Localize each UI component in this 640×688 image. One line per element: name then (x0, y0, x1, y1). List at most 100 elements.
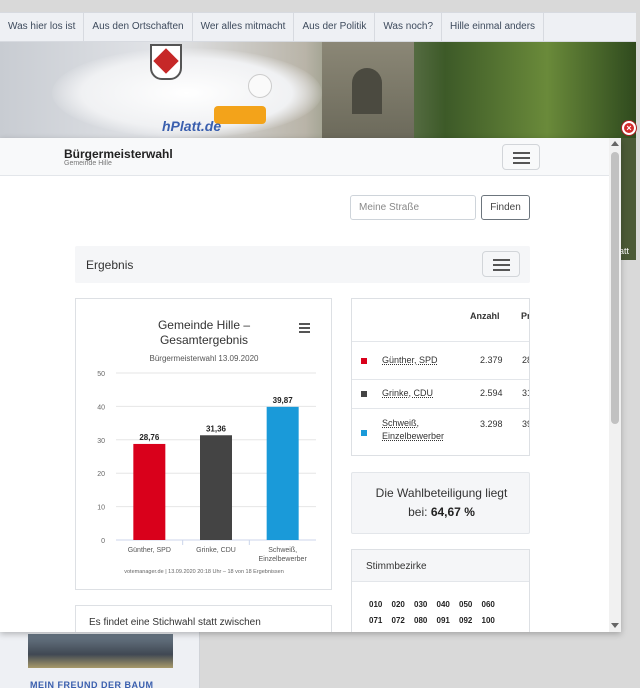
mascot-figure-icon (248, 74, 272, 98)
y-tick-label: 50 (97, 371, 105, 378)
district-code-link[interactable]: 072 (392, 616, 405, 625)
y-tick-label: 10 (97, 505, 105, 512)
site-wordmark: hPlatt.de (162, 118, 222, 134)
candidate-link[interactable]: Schweiß, Einzelbewerber (382, 417, 464, 443)
scrollbar-thumb[interactable] (611, 152, 619, 424)
coat-of-arms-icon (150, 44, 182, 80)
districts-card: Stimmbezirke 010 020 030 040 050 060 071 072 080… (351, 549, 530, 632)
page-subtitle: Gemeinde Hille (64, 160, 112, 167)
table-header-percent: Prozent (521, 311, 529, 321)
district-code-link[interactable]: 040 (437, 600, 450, 609)
bar-data-label: 31,36 (206, 424, 227, 433)
chart-credits[interactable]: votemanager.de | 13.09.2020 20:18 Uhr – … (124, 569, 284, 575)
y-tick-label: 20 (97, 471, 105, 478)
turnout-value: 64,67 % (430, 505, 475, 519)
district-code-link[interactable]: 050 (459, 600, 472, 609)
chart-bar (200, 435, 232, 540)
nav-item-hille-einmal-anders[interactable]: Hille einmal anders (442, 13, 545, 41)
bar-data-label: 28,76 (139, 433, 160, 442)
nav-item-was-hier-los-ist[interactable]: Was hier los ist (0, 13, 85, 41)
result-navbar: Ergebnis (75, 246, 530, 283)
y-tick-label: 30 (97, 438, 105, 445)
modal-scrollbar[interactable] (609, 138, 621, 632)
runoff-text: Es findet eine Stichwahl statt zwischen (89, 617, 261, 628)
chart-subtitle: Bürgermeisterwahl 13.09.2020 (150, 354, 260, 363)
hero-banner (0, 42, 636, 138)
menu-bar-icon (513, 162, 530, 164)
districts-title: Stimmbezirke (366, 561, 427, 572)
bar-data-label: 39,87 (273, 396, 294, 405)
site-top-navigation: Was hier los ist Aus den Ortschaften Wer… (0, 12, 636, 42)
chart-menu-bar (299, 327, 310, 329)
table-row: Günther, SPD 2.379 28.76 % (352, 341, 529, 379)
result-bar-chart: Gemeinde Hille – Gesamtergebnis Bürgerme… (97, 318, 316, 575)
menu-bar-icon (513, 152, 530, 154)
district-code-link[interactable]: 060 (482, 600, 495, 609)
district-code-link[interactable]: 071 (369, 616, 382, 625)
vote-percent: 39.87 % (522, 419, 529, 429)
nav-item-was-noch[interactable]: Was noch? (375, 13, 443, 41)
chart-menu-bar (299, 323, 310, 325)
election-modal: Bürgermeisterwahl Gemeinde Hille Finden … (0, 138, 621, 632)
x-tick-label: Grinke, CDU (196, 547, 236, 554)
district-code-link[interactable]: 010 (369, 600, 382, 609)
menu-bar-icon (513, 157, 530, 159)
turnout-text-line-1: Die Wahlbeteiligung liegt (375, 486, 508, 500)
table-header-count: Anzahl (470, 311, 500, 321)
result-table: Anzahl Prozent Günther, SPD 2.379 28.76 … (351, 298, 530, 456)
district-code-link[interactable]: 100 (482, 616, 495, 625)
vote-percent: 31.36 % (522, 388, 529, 398)
street-search-input[interactable] (350, 195, 476, 220)
x-tick-label: Einzelbewerber (259, 556, 308, 563)
district-code-link[interactable]: 030 (414, 600, 427, 609)
sidebar-heading[interactable]: MEIN FREUND DER BAUM (30, 680, 154, 688)
candidate-link[interactable]: Günther, SPD (382, 354, 472, 367)
series-color-swatch (361, 358, 367, 364)
result-menu-button[interactable] (482, 251, 520, 277)
table-row: Schweiß, Einzelbewerber 3.298 39.87 % (352, 408, 529, 455)
x-tick-label: Schweiß, (268, 547, 297, 554)
vote-percent: 28.76 % (522, 355, 529, 365)
header-menu-button[interactable] (502, 144, 540, 170)
district-code-link[interactable]: 092 (459, 616, 472, 625)
nav-item-aus-der-politik[interactable]: Aus der Politik (294, 13, 376, 41)
chart-menu-icon[interactable] (299, 323, 310, 333)
sidebar-photo (28, 634, 173, 668)
chart-bar (133, 443, 166, 540)
district-code-link[interactable]: 091 (437, 616, 450, 625)
scroll-up-icon[interactable] (611, 141, 619, 146)
menu-bar-icon (493, 269, 510, 271)
chart-menu-bar (299, 331, 310, 333)
vote-count: 2.594 (480, 388, 503, 398)
vote-count: 3.298 (480, 419, 503, 429)
chart-title-line-2: Gesamtergebnis (160, 333, 248, 347)
result-chart-card: Gemeinde Hille – Gesamtergebnis Bürgerme… (75, 298, 332, 590)
close-icon[interactable]: × (622, 121, 636, 135)
hero-church-tower (322, 42, 414, 138)
menu-bar-icon (493, 259, 510, 261)
chart-title-line-1: Gemeinde Hille – (158, 318, 250, 332)
chart-bar (266, 406, 299, 540)
find-button[interactable]: Finden (481, 195, 530, 220)
turnout-box: Die Wahlbeteiligung liegt bei: 64,67 % (351, 472, 530, 534)
page-title[interactable]: Bürgermeisterwahl (64, 147, 173, 161)
y-tick-label: 40 (97, 404, 105, 411)
candidate-link[interactable]: Grinke, CDU (382, 387, 472, 400)
nav-item-aus-den-ortschaften[interactable]: Aus den Ortschaften (84, 13, 193, 41)
series-color-swatch (361, 391, 367, 397)
modal-header: Bürgermeisterwahl Gemeinde Hille (0, 138, 609, 176)
district-code-link[interactable]: 080 (414, 616, 427, 625)
table-row: Grinke, CDU 2.594 31.36 % (352, 379, 529, 408)
runoff-card: Es findet eine Stichwahl statt zwischen (75, 605, 332, 632)
series-color-swatch (361, 430, 367, 436)
scroll-down-icon[interactable] (611, 623, 619, 628)
menu-bar-icon (493, 264, 510, 266)
result-title: Ergebnis (86, 258, 134, 272)
laptop-icon (214, 106, 266, 124)
nav-item-wer-alles-mitmacht[interactable]: Wer alles mitmacht (193, 13, 295, 41)
vote-count: 2.379 (480, 355, 503, 365)
district-code-link[interactable]: 020 (392, 600, 405, 609)
y-tick-label: 0 (101, 538, 105, 545)
x-tick-label: Günther, SPD (128, 547, 171, 554)
turnout-text-line-2: bei: 64,67 % (352, 505, 531, 519)
